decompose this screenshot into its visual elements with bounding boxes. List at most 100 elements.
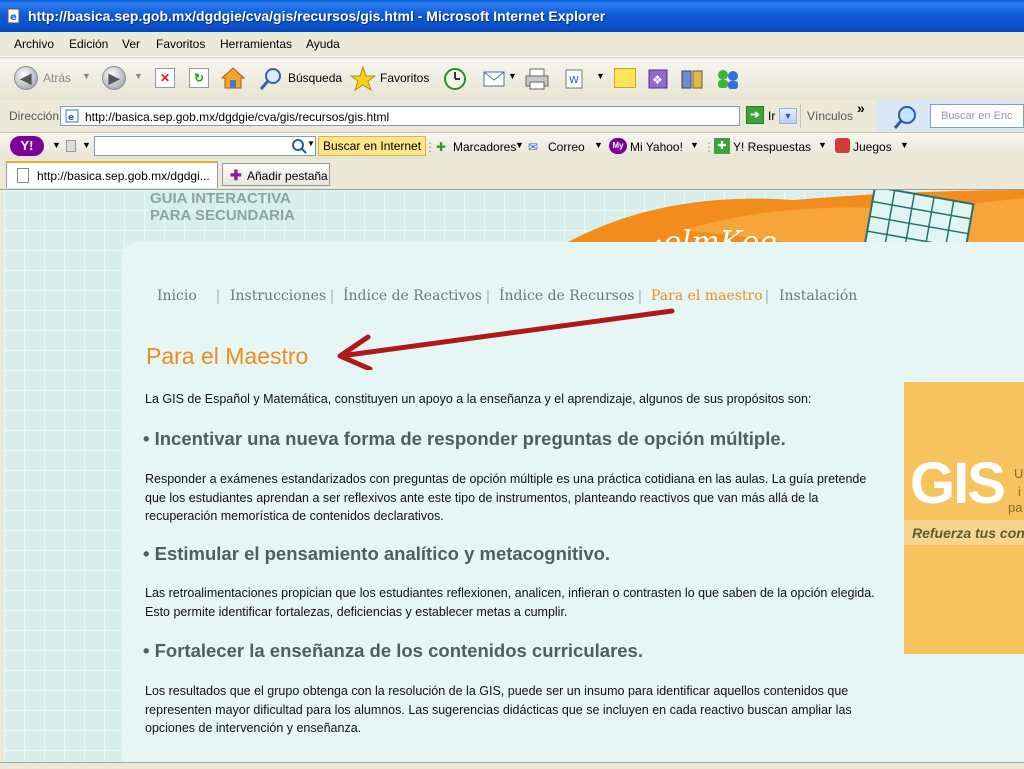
mail-button[interactable]: Correo xyxy=(548,140,585,154)
menu-archivo[interactable]: Archivo xyxy=(14,37,54,51)
bookmarks-button[interactable]: Marcadores xyxy=(453,140,516,154)
pencil-dropdown-icon[interactable]: ▼ xyxy=(82,140,91,150)
games-button[interactable]: Juegos xyxy=(853,140,892,154)
page-title: Para el Maestro xyxy=(146,343,309,369)
messenger-icon[interactable] xyxy=(714,67,742,93)
nav-indice-reactivos[interactable]: Índice de Reactivos xyxy=(343,288,482,304)
promo-side-text-2: i xyxy=(1018,484,1021,499)
section-heading-2: • Estimular el pensamiento analítico y m… xyxy=(143,543,611,564)
my-yahoo-button[interactable]: Mi Yahoo! xyxy=(630,140,683,154)
stop-icon[interactable]: ✕ xyxy=(155,68,175,88)
standard-toolbar: ◀ Atrás ▼ ▶ ▼ ✕ ↻ Búsqueda Favoritos ▼ W… xyxy=(0,57,1024,101)
refresh-icon[interactable]: ↻ xyxy=(189,68,209,88)
mail-dropdown-icon[interactable]: ▼ xyxy=(594,140,603,150)
research-icon[interactable]: ❖ xyxy=(646,67,672,93)
pencil-icon[interactable] xyxy=(66,140,76,152)
menu-ver[interactable]: Ver xyxy=(122,37,140,51)
search-dropdown-icon[interactable]: ▼ xyxy=(307,139,315,148)
answers-dropdown-icon[interactable]: ▼ xyxy=(818,140,827,150)
svg-text:❖: ❖ xyxy=(652,73,663,87)
nav-separator: | xyxy=(638,288,642,305)
yahoo-logo-icon[interactable]: Y! xyxy=(10,136,44,156)
yahoo-toolbar: Y! ▼ ▼ ▼ Buscar en Internet ⋮ ✚ Marcador… xyxy=(0,133,1024,160)
forward-arrow-icon[interactable]: ▶ xyxy=(102,66,126,90)
menu-herramientas[interactable]: Herramientas xyxy=(220,37,292,51)
bookmark-icon[interactable]: ✚ xyxy=(436,140,446,154)
mail-icon[interactable]: ✉ xyxy=(528,140,538,154)
address-bar: Dirección e http://basica.sep.gob.mx/dgd… xyxy=(0,100,1024,133)
nav-instrucciones[interactable]: Instrucciones xyxy=(230,288,326,304)
note-icon[interactable] xyxy=(614,68,636,88)
back-arrow-icon[interactable]: ◀ xyxy=(14,66,38,90)
ie-page-icon: e xyxy=(7,8,20,24)
edit-dropdown-icon[interactable]: ▼ xyxy=(596,71,605,81)
go-button[interactable]: Ir xyxy=(768,109,775,123)
search-icon[interactable] xyxy=(892,104,920,130)
address-dropdown-icon[interactable]: ▼ xyxy=(779,108,797,124)
tools-icon[interactable] xyxy=(680,67,706,93)
intro-text: La GIS de Español y Matemática, constitu… xyxy=(145,392,812,406)
games-cube-icon[interactable] xyxy=(835,138,850,153)
tab-active[interactable]: http://basica.sep.gob.mx/dgdgi... xyxy=(6,161,218,188)
nav-inicio[interactable]: Inicio xyxy=(157,288,197,304)
magnifier-icon[interactable] xyxy=(291,138,307,154)
yahoo-search-input[interactable]: ▼ xyxy=(94,136,316,156)
section-text-3: Los resultados que el grupo obtenga con … xyxy=(145,684,852,735)
mail-dropdown-icon[interactable]: ▼ xyxy=(508,71,517,81)
toolbar-grip-icon: ⋮ xyxy=(424,140,436,154)
promo-strip: Refuerza tus con xyxy=(904,520,1024,545)
yahoo-dropdown-icon[interactable]: ▼ xyxy=(52,140,61,150)
nav-indice-recursos[interactable]: Índice de Recursos xyxy=(499,288,634,304)
forward-dropdown-icon[interactable]: ▼ xyxy=(134,71,143,81)
menu-ayuda[interactable]: Ayuda xyxy=(306,37,340,51)
address-label: Dirección xyxy=(9,109,60,123)
tab-bar: http://basica.sep.gob.mx/dgdgi... ✚ Añad… xyxy=(0,159,1024,190)
search-icon[interactable] xyxy=(258,66,284,92)
site-header-line1: GUIA INTERACTIVA xyxy=(150,190,291,207)
section-heading-3: • Fortalecer la enseñanza de los conteni… xyxy=(143,640,643,661)
answers-icon[interactable]: ✚ xyxy=(714,138,730,154)
page-icon xyxy=(17,168,29,183)
gis-logo-text: GIS xyxy=(910,451,1006,516)
section-text-1: Responder a exámenes estandarizados con … xyxy=(145,472,867,523)
live-search-input[interactable]: Buscar en Enc xyxy=(930,104,1024,128)
window-title: http://basica.sep.gob.mx/dgdgie/cva/gis/… xyxy=(28,8,606,24)
my-yahoo-icon[interactable]: My xyxy=(609,138,627,154)
menu-edicion[interactable]: Edición xyxy=(69,37,108,51)
promo-strip-text: Refuerza tus con xyxy=(912,525,1024,541)
edit-word-icon[interactable]: W xyxy=(562,68,586,94)
back-button-label[interactable]: Atrás xyxy=(43,71,71,85)
menu-favoritos[interactable]: Favoritos xyxy=(156,37,205,51)
my-yahoo-dropdown-icon[interactable]: ▼ xyxy=(690,140,699,150)
mail-icon[interactable] xyxy=(482,68,508,94)
ie-page-icon: e xyxy=(65,109,79,123)
bookmarks-dropdown-icon[interactable]: ▼ xyxy=(515,140,524,150)
favorites-button-label[interactable]: Favoritos xyxy=(380,71,429,85)
answers-button[interactable]: Y! Respuestas xyxy=(733,140,811,154)
history-icon[interactable] xyxy=(442,66,468,92)
nav-para-el-maestro[interactable]: Para el maestro xyxy=(651,288,763,304)
links-label[interactable]: Vínculos xyxy=(807,109,853,123)
site-header-line2: PARA SECUNDARIA xyxy=(150,207,296,224)
section-text-2: Las retroalimentaciones propician que lo… xyxy=(145,586,875,619)
nav-instalacion[interactable]: Instalación xyxy=(779,288,857,304)
favorites-star-icon[interactable] xyxy=(350,66,376,92)
title-bar[interactable]: e http://basica.sep.gob.mx/dgdgie/cva/gi… xyxy=(0,0,1024,32)
menu-bar: Archivo Edición Ver Favoritos Herramient… xyxy=(0,32,1024,57)
plus-icon: ✚ xyxy=(230,167,242,183)
go-arrow-icon[interactable]: ➔ xyxy=(746,106,764,124)
tab-new[interactable]: ✚ Añadir pestaña xyxy=(222,163,330,186)
yahoo-search-button[interactable]: Buscar en Internet xyxy=(318,136,427,156)
page-content: GUIA INTERACTIVA PARA SECUNDARIA ·olmKoe… xyxy=(4,190,1024,762)
search-button-label[interactable]: Búsqueda xyxy=(288,71,342,85)
promo-side-text-1: U xyxy=(1014,466,1024,481)
address-input[interactable]: e http://basica.sep.gob.mx/dgdgie/cva/gi… xyxy=(60,106,797,126)
chevron-more-icon[interactable]: » xyxy=(857,100,865,116)
back-dropdown-icon[interactable]: ▼ xyxy=(82,71,91,81)
svg-text:e: e xyxy=(68,113,74,123)
gis-promo-banner[interactable]: GIS U i pa Refuerza tus con xyxy=(904,382,1024,654)
home-icon[interactable] xyxy=(220,66,246,92)
section-heading-1: • Incentivar una nueva forma de responde… xyxy=(143,428,786,449)
games-dropdown-icon[interactable]: ▼ xyxy=(900,140,909,150)
print-icon[interactable] xyxy=(524,67,550,93)
